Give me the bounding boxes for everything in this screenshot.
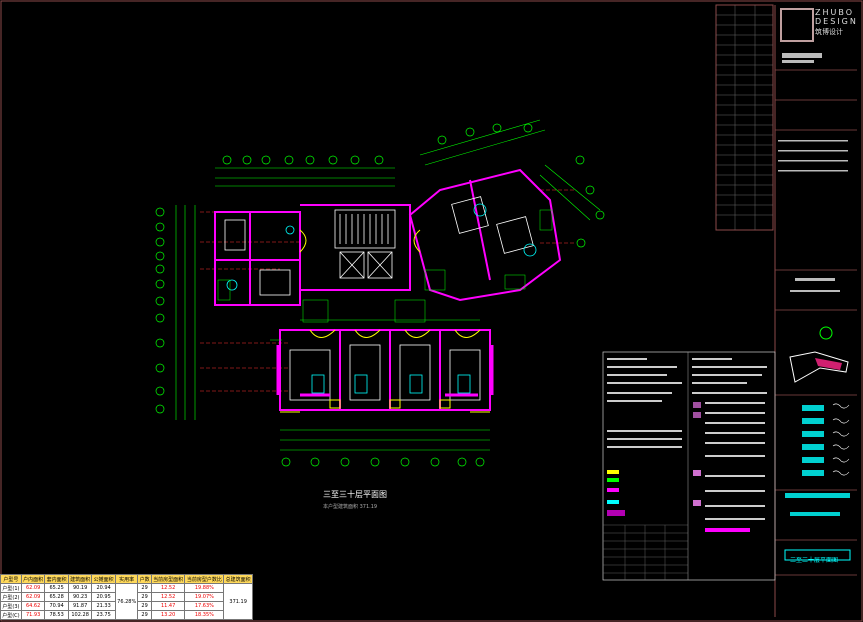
core-stairs [224, 196, 534, 401]
drawing-name: 三至三十层平面图 [790, 557, 839, 564]
header-cell: 总建筑面积 [223, 574, 253, 584]
company-name-cn: 筑博设计 [815, 28, 843, 36]
cell-value: 64.62 [20, 601, 46, 611]
cell-value: 20.95 [91, 592, 116, 602]
cell-households: 29 [137, 610, 152, 620]
revision-table [715, 4, 774, 231]
cell-unit: 户型(C) [0, 610, 22, 620]
cell-value: 13.20 [150, 610, 186, 620]
legend-text-lines [607, 358, 767, 520]
revision-table-lines [716, 5, 773, 230]
cell-value: 70.94 [44, 601, 69, 611]
header-cell: 公摊面积 [91, 574, 116, 584]
cad-drawing-canvas[interactable] [0, 0, 863, 622]
header-cell: 当前房型面积 [150, 574, 186, 584]
cell-value: 17.63% [184, 601, 225, 611]
cell-value: 19.88% [184, 583, 225, 593]
green-equipment [217, 209, 553, 341]
legend-grid [603, 524, 688, 580]
cell-value: 90.19 [67, 583, 93, 593]
cell-unit: 户型(3) [0, 601, 22, 611]
cell-value: 18.35% [184, 610, 225, 620]
title-block-sections [775, 69, 857, 576]
header-cell: 套内面积 [44, 574, 69, 584]
logo-line-2: DESIGN [815, 17, 858, 26]
cell-value: 65.28 [44, 592, 69, 602]
plan-subtitle: 本户型建筑面积 371.19 [323, 504, 378, 510]
cell-value: 23.75 [91, 610, 116, 620]
logo-line-1: ZHUBO [815, 8, 854, 17]
signature-marks [832, 403, 850, 476]
cell-value: 71.93 [20, 610, 46, 620]
cell-value: 91.87 [67, 601, 93, 611]
header-cell: 当前房型户数比 [184, 574, 225, 584]
title-block-text-blocks [778, 53, 848, 292]
floor-plan[interactable] [155, 119, 605, 467]
cell-value: 62.09 [20, 583, 46, 593]
cell-value: 62.09 [20, 592, 46, 602]
legend-swatches [607, 402, 750, 532]
balconies [276, 345, 494, 397]
walls [214, 168, 562, 411]
openings [280, 229, 490, 413]
cell-value: 102.28 [67, 610, 93, 620]
cell-value: 12.52 [150, 592, 186, 602]
cell-unit: 户型(1) [0, 583, 22, 593]
area-table-header: 户型号 户内面积 套内面积 建筑面积 公摊面积 实用率 户数 当前房型面积 当前… [0, 574, 253, 584]
cell-unit: 户型(2) [0, 592, 22, 602]
cell-households: 29 [137, 601, 152, 611]
header-cell: 实用率 [114, 574, 139, 584]
header-cell: 建筑面积 [67, 574, 93, 584]
cell-value: 11.47 [150, 601, 186, 611]
table-row: 户型(1) 62.09 65.25 90.19 20.94 76.28% 29 … [0, 583, 253, 620]
header-cell: 户型号 [0, 574, 22, 584]
company-logo [780, 8, 814, 42]
cell-value: 21.33 [91, 601, 116, 611]
cell-ratio: 76.28% [114, 583, 139, 620]
cell-value: 78.53 [44, 610, 69, 620]
header-cell: 户内面积 [20, 574, 46, 584]
cell-households: 29 [137, 583, 152, 593]
cell-value: 12.52 [150, 583, 186, 593]
plan-title: 三至三十层平面图 [323, 490, 387, 499]
cell-value: 65.25 [44, 583, 69, 593]
north-arrow-icon [819, 326, 833, 340]
header-cell: 户数 [137, 574, 152, 584]
company-logo-text: ZHUBO DESIGN [815, 8, 858, 26]
cell-value: 90.23 [67, 592, 93, 602]
legend-panel [602, 351, 776, 581]
grid-axis-bubbles [155, 123, 605, 467]
cell-value: 20.94 [91, 583, 116, 593]
cell-households: 29 [137, 592, 152, 602]
cell-value: 19.07% [184, 592, 225, 602]
area-table: 户型号 户内面积 套内面积 建筑面积 公摊面积 实用率 户数 当前房型面积 当前… [0, 574, 253, 620]
cell-total: 371.19 [223, 583, 253, 620]
dimension-lines [175, 119, 601, 451]
